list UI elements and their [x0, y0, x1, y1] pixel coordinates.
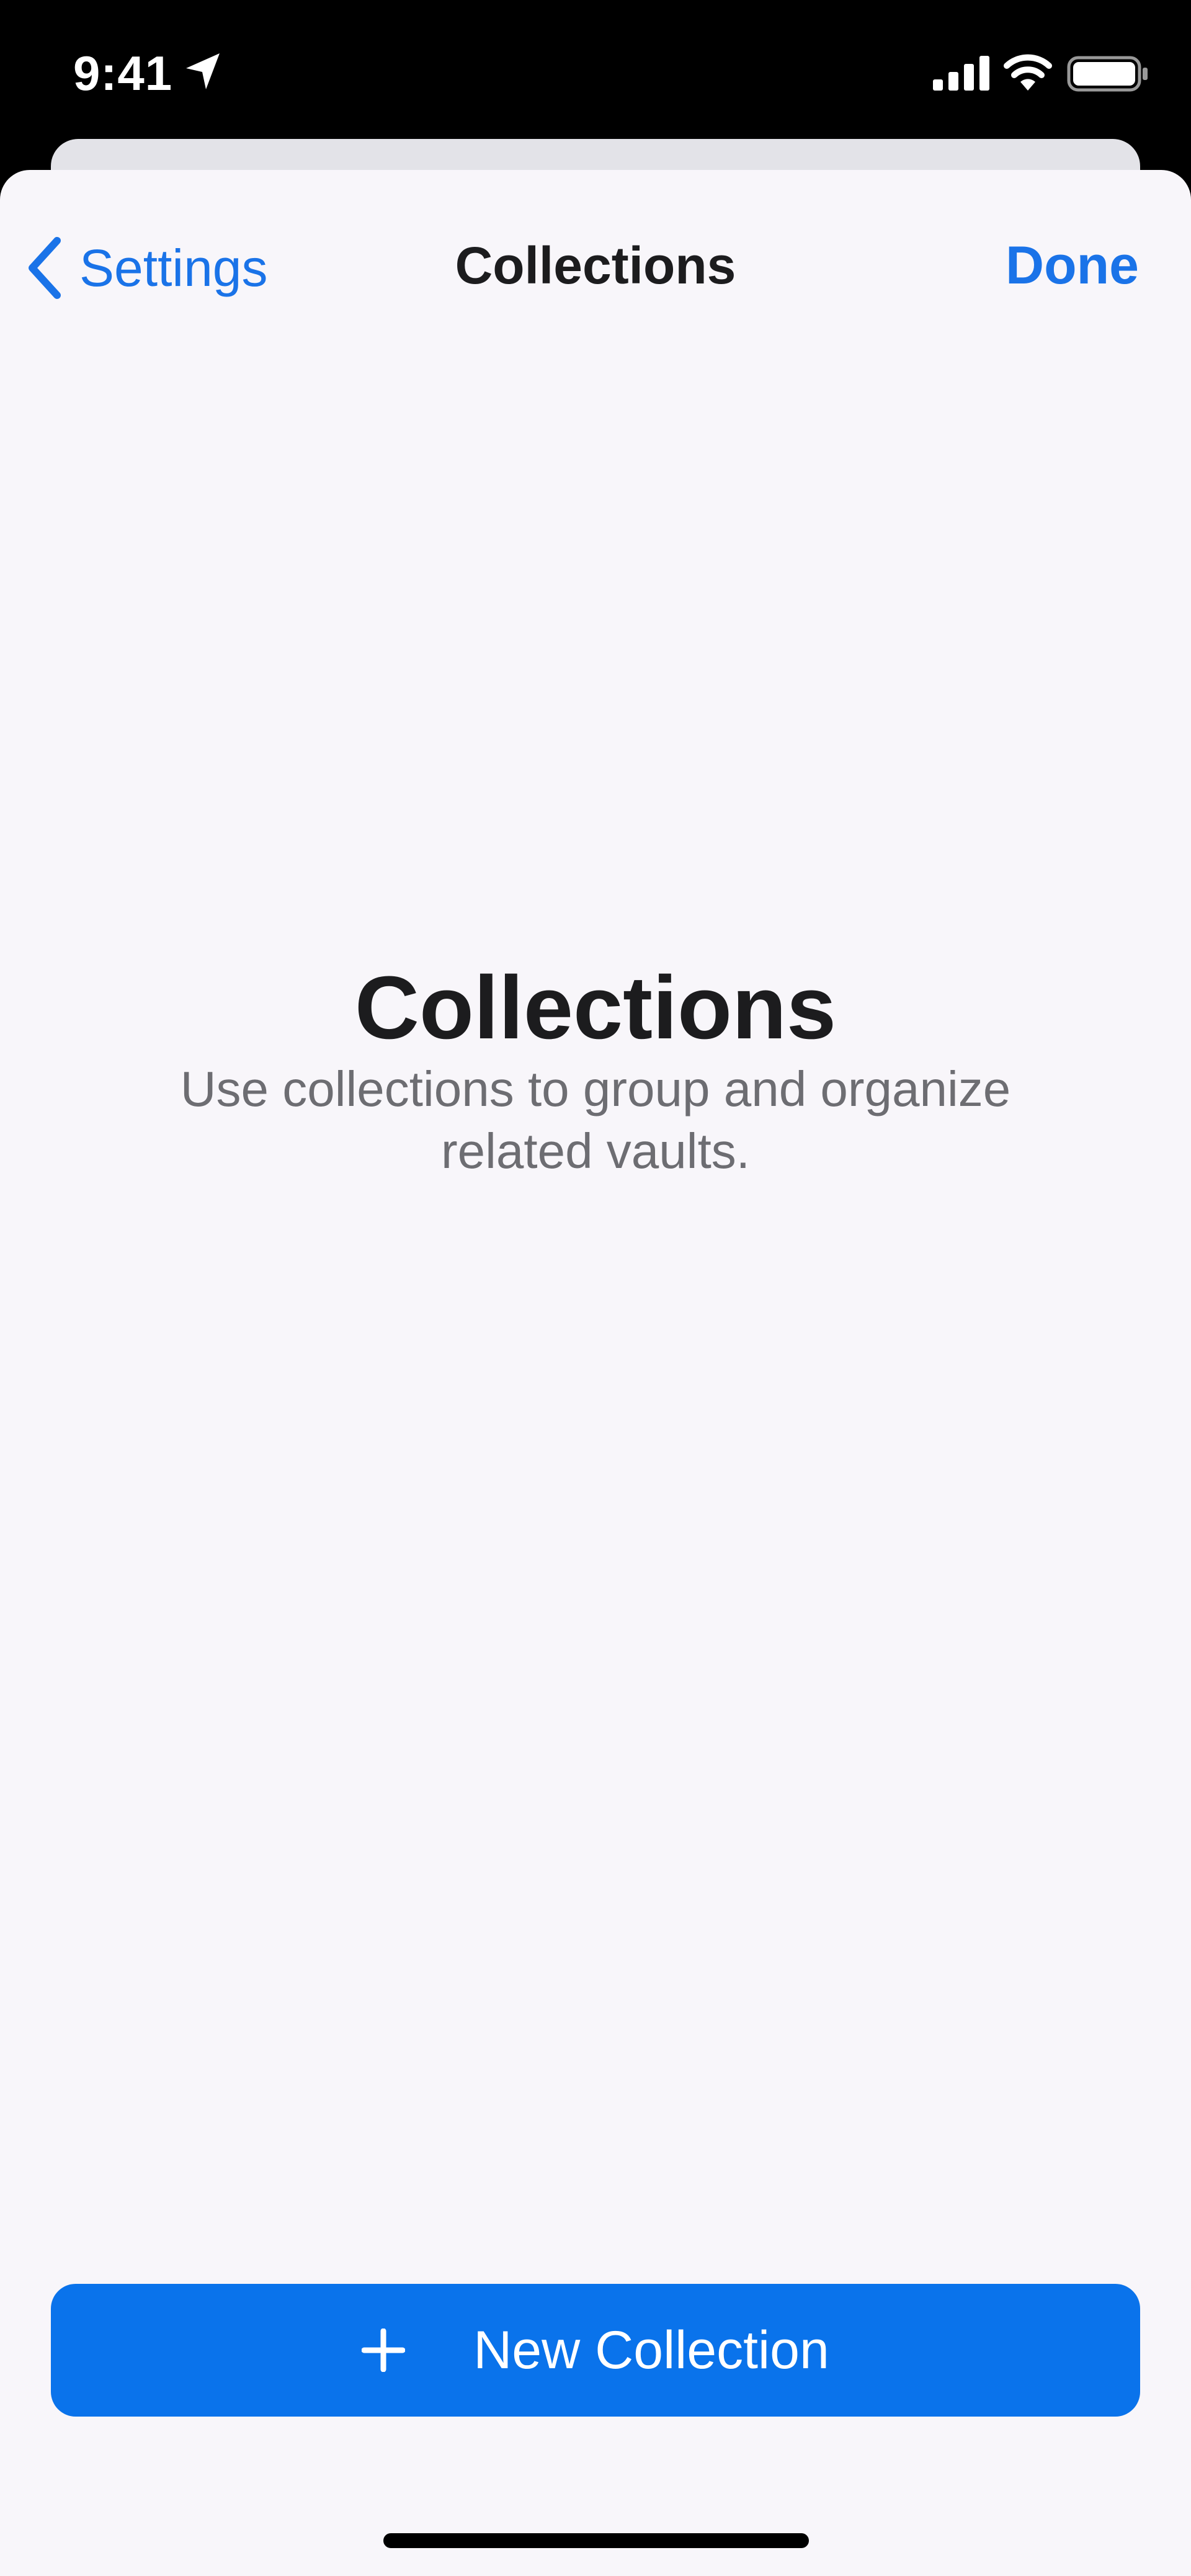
- new-collection-button[interactable]: New Collection: [51, 2284, 1140, 2417]
- location-arrow-icon: [186, 53, 220, 89]
- collections-sheet: Settings Collections Done Collections Us…: [0, 170, 1191, 2576]
- screen: 9:41 Settings Collections Done Collectio…: [0, 0, 1191, 2576]
- done-button[interactable]: Done: [1006, 234, 1139, 296]
- empty-state-description: Use collections to group and organize re…: [180, 1061, 1011, 1179]
- home-indicator[interactable]: [383, 2533, 809, 2548]
- status-bar: 9:41: [0, 0, 1191, 143]
- plus-icon: [362, 2329, 406, 2372]
- status-time: 9:41: [73, 46, 173, 100]
- battery-icon: [1067, 56, 1148, 92]
- empty-state-title: Collections: [354, 958, 837, 1058]
- wifi-icon: [1004, 54, 1052, 91]
- new-collection-label: New Collection: [473, 2320, 829, 2380]
- cellular-signal-icon: [933, 56, 989, 91]
